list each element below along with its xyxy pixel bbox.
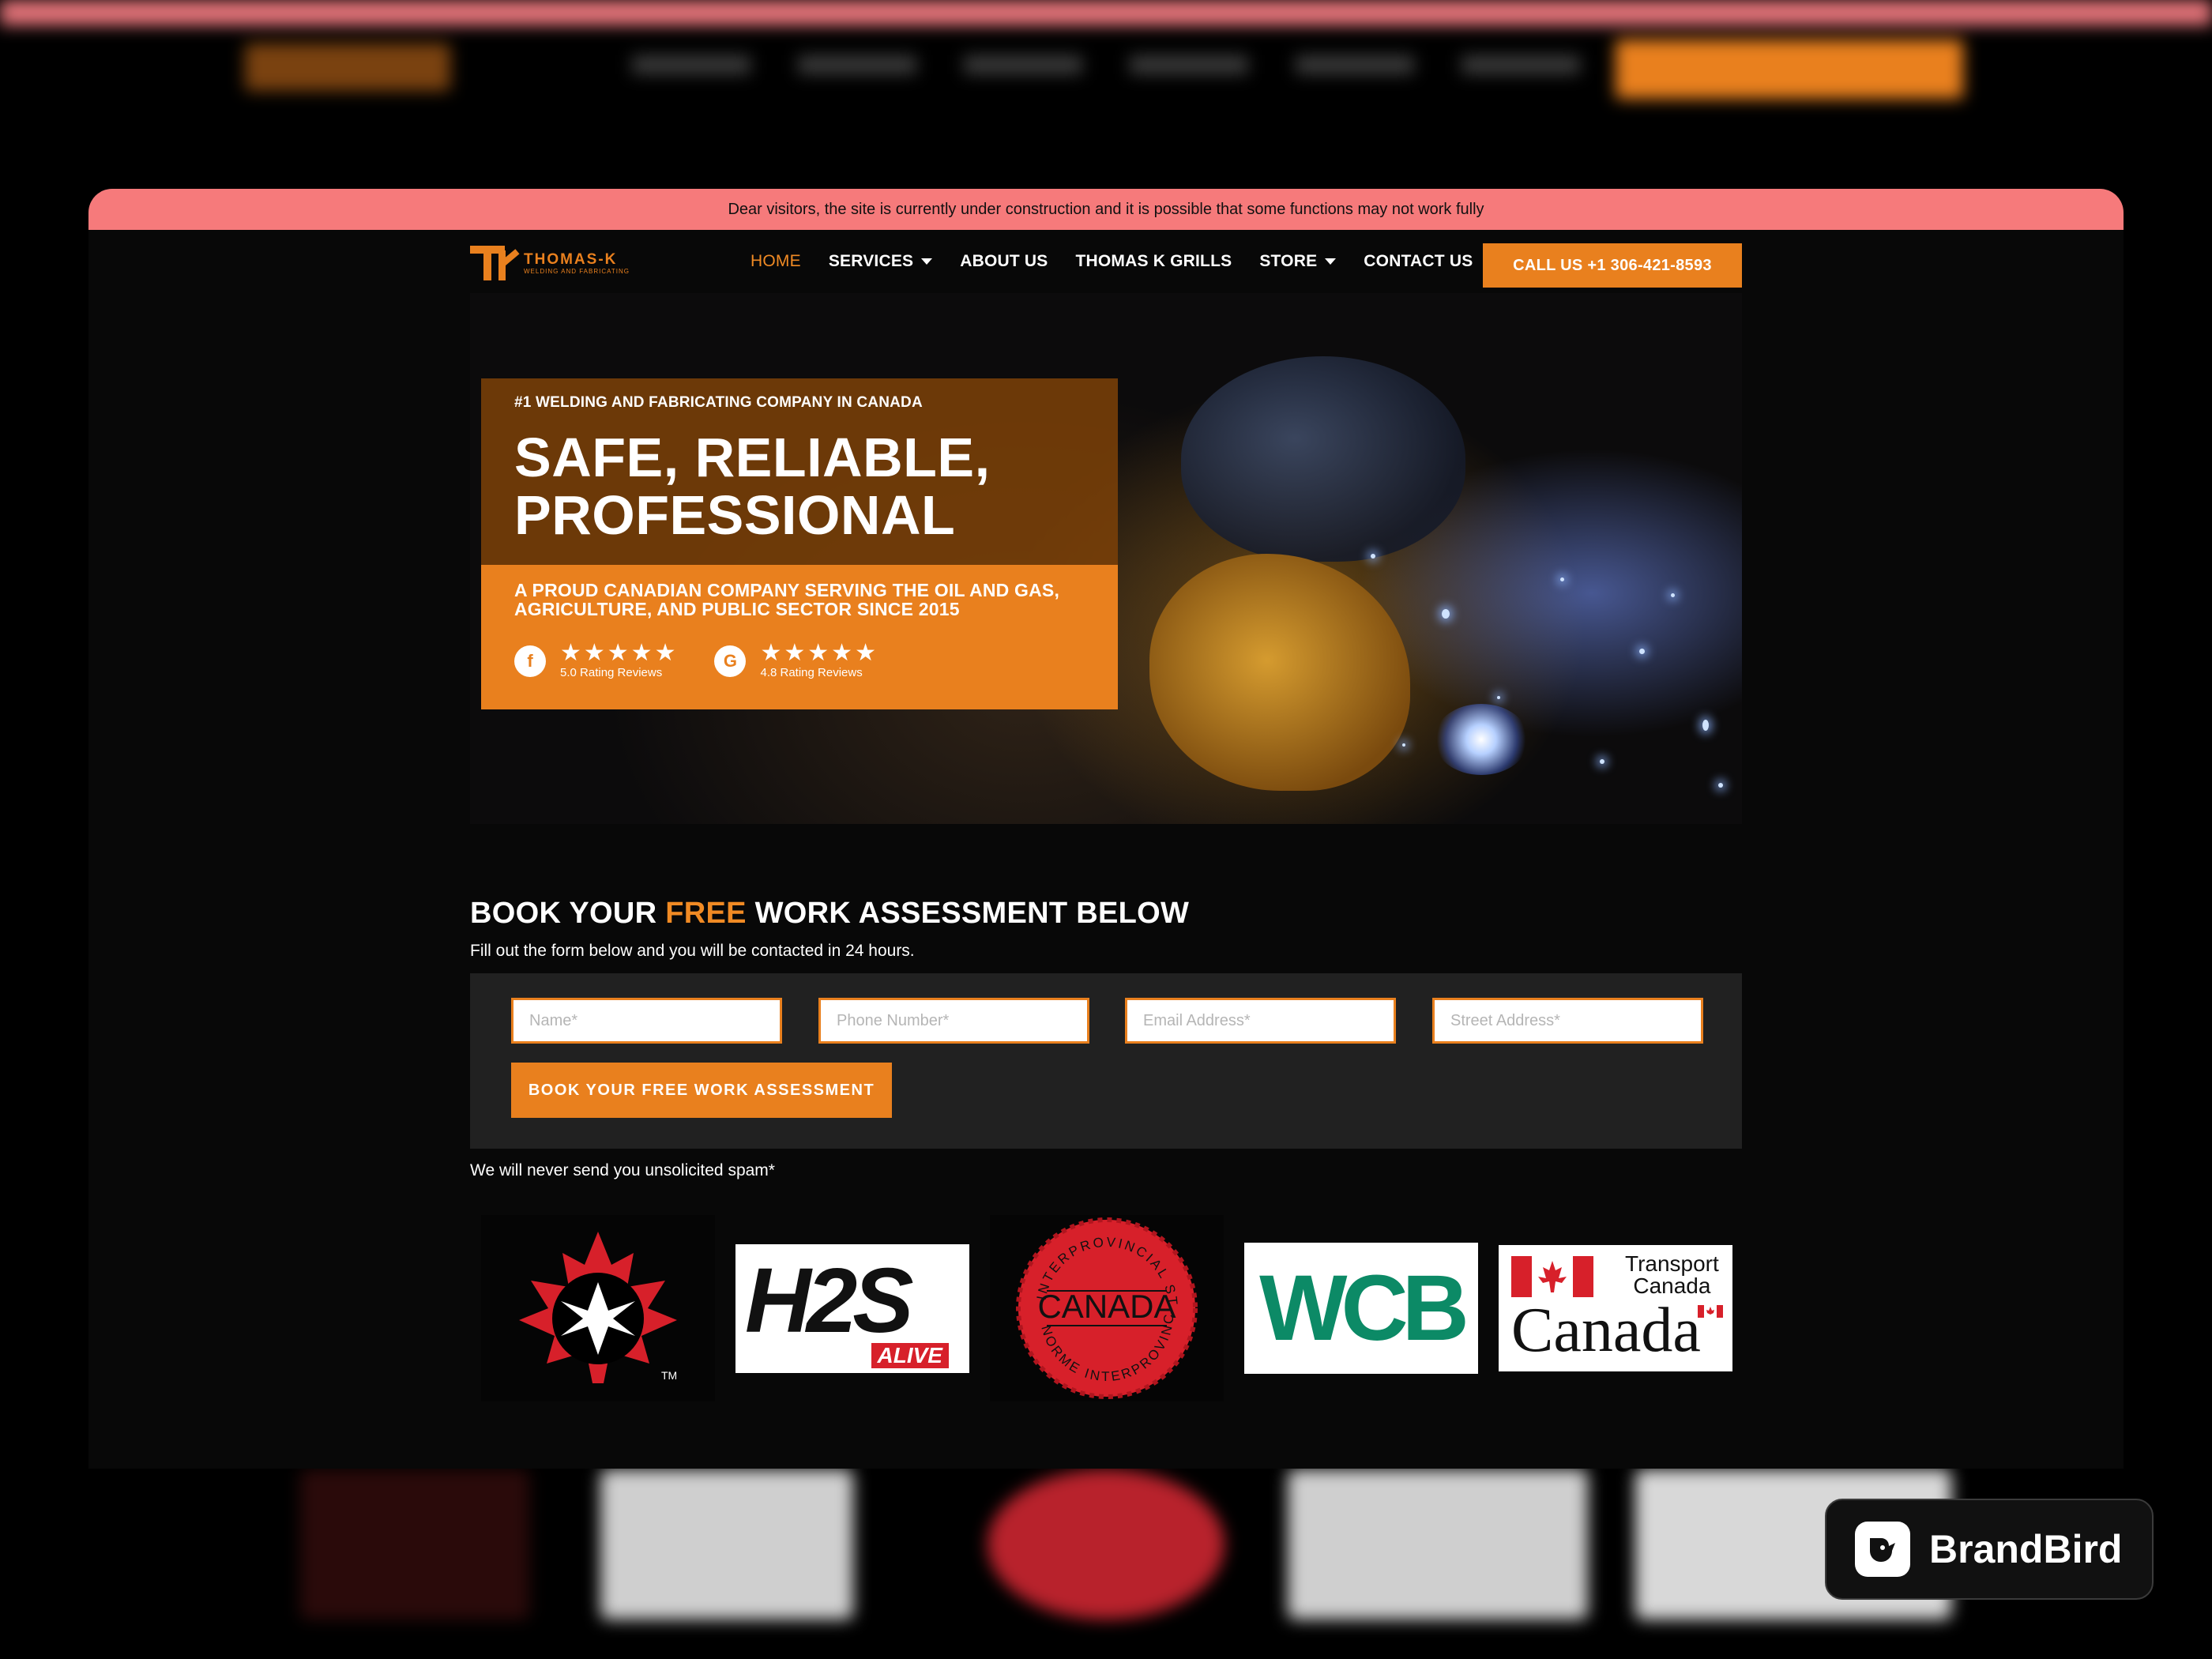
- rating-stars: ★★★★★: [760, 640, 878, 666]
- google-rating[interactable]: G ★★★★★ 4.8 Rating Reviews: [714, 640, 878, 679]
- book-assessment-button[interactable]: BOOK YOUR FREE WORK ASSESSMENT: [511, 1063, 892, 1118]
- nav-item-thomas-k-grills[interactable]: THOMAS K GRILLS: [1076, 252, 1232, 271]
- construction-notice-bar: Dear visitors, the site is currently und…: [88, 189, 2124, 230]
- hero-title: SAFE, RELIABLE, PROFESSIONAL: [514, 427, 991, 546]
- hero-eyebrow: #1 WELDING AND FABRICATING COMPANY IN CA…: [514, 394, 923, 411]
- ratings-row: f ★★★★★ 5.0 Rating Reviews G ★★★★★ 4.8 R…: [514, 640, 1086, 679]
- booking-subtitle: Fill out the form below and you will be …: [470, 942, 915, 960]
- hero-subtitle: A PROUD CANADIAN COMPANY SERVING THE OIL…: [514, 580, 1060, 619]
- booking-title: BOOK YOUR FREE WORK ASSESSMENT BELOW: [470, 897, 1190, 930]
- email-input[interactable]: [1125, 998, 1396, 1044]
- street-address-input[interactable]: [1432, 998, 1703, 1044]
- rating-text: 4.8 Rating Reviews: [760, 666, 863, 679]
- wcb-logo: WCB: [1244, 1215, 1478, 1401]
- brandbird-logo-icon: [1855, 1522, 1910, 1577]
- caret-down-icon: [921, 258, 933, 265]
- hero-text-panel: #1 WELDING AND FABRICATING COMPANY IN CA…: [481, 378, 1118, 709]
- rating-text: 5.0 Rating Reviews: [560, 666, 663, 679]
- site-logo[interactable]: THOMAS-K WELDING AND FABRICATING: [470, 246, 630, 280]
- canada-flag-icon: [1511, 1256, 1593, 1297]
- main-navigation: HOME SERVICES ABOUT US THOMAS K GRILLS S…: [750, 230, 1473, 293]
- nav-item-home[interactable]: HOME: [750, 252, 801, 271]
- assessment-form: BOOK YOUR FREE WORK ASSESSMENT: [470, 973, 1742, 1149]
- site-header: THOMAS-K WELDING AND FABRICATING HOME SE…: [470, 230, 1742, 293]
- nav-item-about-us[interactable]: ABOUT US: [960, 252, 1048, 271]
- call-us-button[interactable]: CALL US +1 306-421-8593: [1483, 243, 1742, 288]
- nav-item-store[interactable]: STORE: [1259, 252, 1337, 271]
- hero-banner: #1 WELDING AND FABRICATING COMPANY IN CA…: [470, 293, 1742, 824]
- facebook-rating[interactable]: f ★★★★★ 5.0 Rating Reviews: [514, 640, 679, 679]
- logo-name: THOMAS-K: [524, 250, 618, 268]
- st-john-ambulance-logo: TM: [481, 1215, 715, 1401]
- welding-sparks: [1323, 522, 1742, 822]
- caret-down-icon: [1325, 258, 1337, 265]
- brandbird-watermark: BrandBird: [1825, 1499, 2154, 1600]
- tk-logo-icon: [470, 246, 522, 280]
- nav-item-contact-us[interactable]: CONTACT US: [1364, 252, 1473, 271]
- rating-stars: ★★★★★: [560, 640, 679, 666]
- nav-item-services[interactable]: SERVICES: [829, 252, 933, 271]
- red-seal-logo: INTERPROVINCIAL STANDARD CANADA NORME IN…: [990, 1215, 1224, 1401]
- page-content: THOMAS-K WELDING AND FABRICATING HOME SE…: [470, 230, 1742, 1405]
- transport-canada-logo: Transport Canada Canada: [1499, 1215, 1732, 1401]
- logo-tagline: WELDING AND FABRICATING: [524, 267, 630, 275]
- svg-text:TM: TM: [661, 1369, 677, 1382]
- website-preview: Dear visitors, the site is currently und…: [88, 189, 2124, 1469]
- booking-section: BOOK YOUR FREE WORK ASSESSMENT BELOW Fil…: [470, 897, 1742, 1180]
- name-input[interactable]: [511, 998, 782, 1044]
- h2s-alive-logo: H2S ALIVE: [735, 1215, 969, 1401]
- svg-text:CANADA: CANADA: [1037, 1288, 1176, 1325]
- certification-logos: TM H2S ALIVE INTERPROVINCIAL ST CANADA N…: [470, 1215, 1742, 1405]
- facebook-icon: f: [514, 645, 546, 677]
- spam-disclaimer: We will never send you unsolicited spam*: [470, 1161, 775, 1179]
- construction-notice-text: Dear visitors, the site is currently und…: [728, 200, 1484, 218]
- google-icon: G: [714, 645, 747, 677]
- brandbird-label: BrandBird: [1929, 1527, 2123, 1571]
- phone-input[interactable]: [818, 998, 1089, 1044]
